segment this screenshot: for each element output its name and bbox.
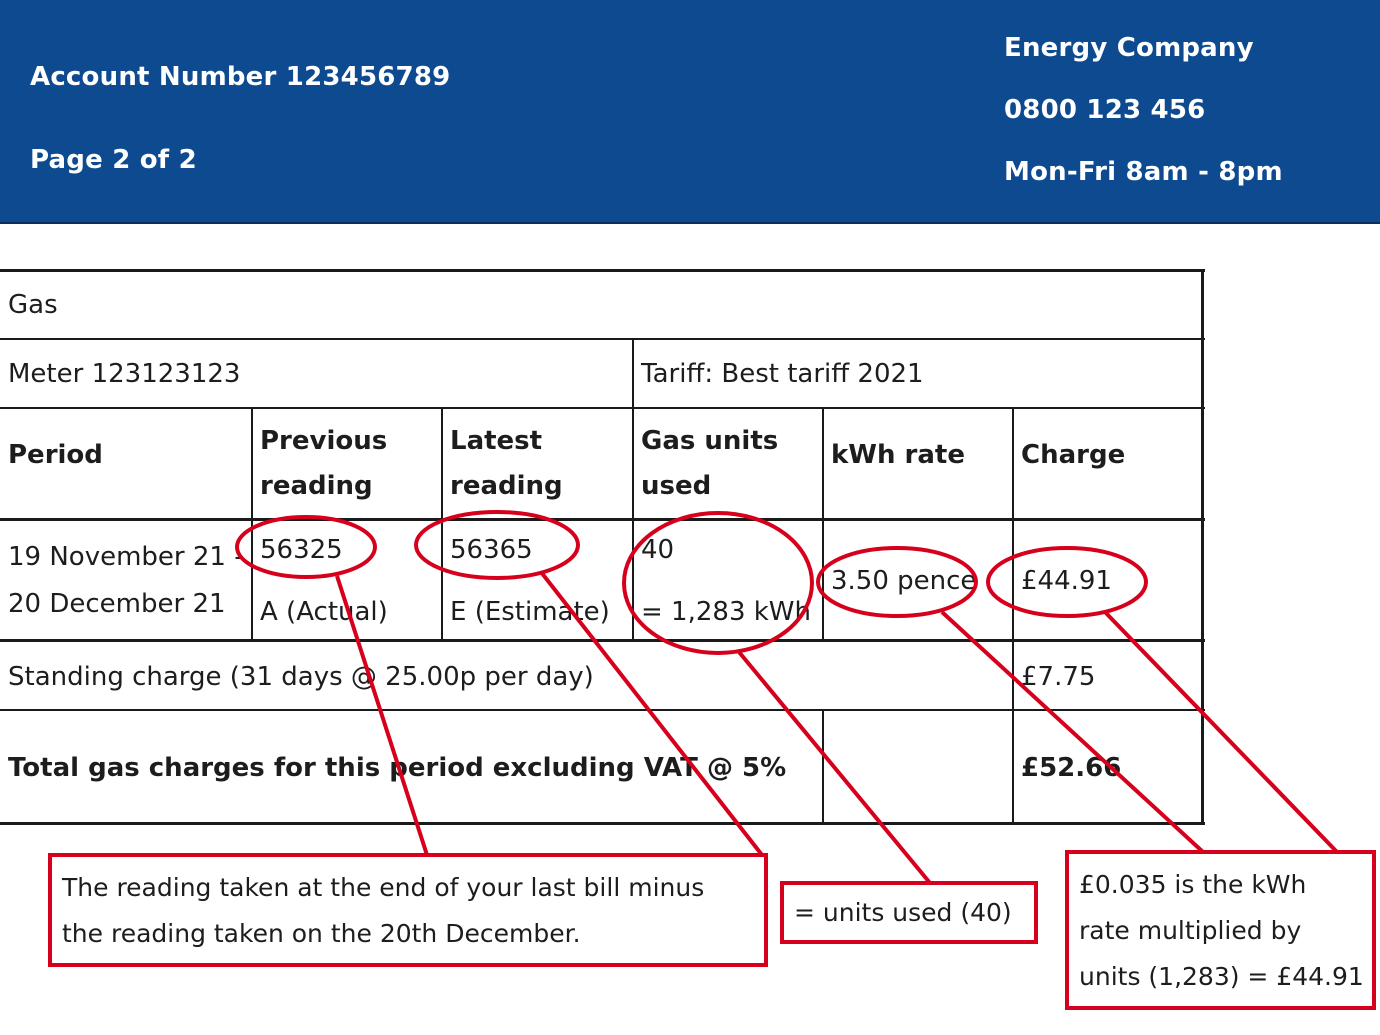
units-used-callout: = units used (40) bbox=[780, 881, 1038, 944]
callout-line: £0.035 is the kWh bbox=[1079, 870, 1307, 899]
latest-reading-circle bbox=[414, 510, 580, 580]
callout-line: The reading taken at the end of your las… bbox=[62, 873, 705, 902]
callout-line: the reading taken on the 20th December. bbox=[62, 919, 581, 948]
charge-circle bbox=[986, 546, 1148, 618]
callout-line: rate multiplied by bbox=[1079, 916, 1302, 945]
connector-line bbox=[1103, 610, 1339, 854]
rate-explanation-callout: £0.035 is the kWh rate multiplied by uni… bbox=[1065, 850, 1376, 1010]
previous-reading-circle bbox=[235, 515, 377, 579]
connector-line bbox=[737, 650, 932, 885]
connector-line bbox=[940, 610, 1205, 854]
callout-line: units (1,283) = £44.91 bbox=[1079, 962, 1364, 991]
connector-line bbox=[539, 570, 764, 857]
kwh-rate-circle bbox=[816, 546, 978, 618]
units-used-circle bbox=[622, 511, 814, 655]
reading-explanation-callout: The reading taken at the end of your las… bbox=[48, 853, 768, 967]
connector-line bbox=[335, 575, 429, 856]
